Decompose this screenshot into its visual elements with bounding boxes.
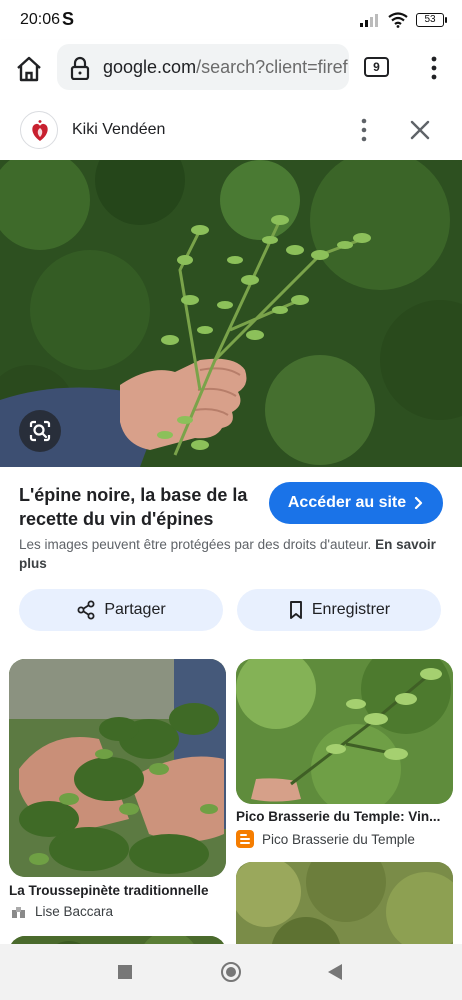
visit-site-label: Accéder au site <box>287 494 407 511</box>
battery-icon: 53 <box>416 13 447 27</box>
source-header: Kiki Vendéen <box>0 100 462 160</box>
related-image[interactable] <box>236 659 453 804</box>
status-time: 20:06 <box>20 11 61 28</box>
related-source[interactable]: Lise Baccara <box>11 904 113 919</box>
copyright-text: Les images peuvent être protégées par de… <box>19 537 372 552</box>
url-path: /search?client=firef <box>196 57 348 77</box>
related-image[interactable] <box>9 659 226 877</box>
related-title[interactable]: La Troussepinète traditionnelle <box>9 883 226 898</box>
back-icon[interactable] <box>328 964 342 980</box>
bookmark-icon <box>289 601 302 619</box>
chevron-right-icon <box>415 496 423 510</box>
status-bar: 20:06 S 53 <box>0 0 462 40</box>
signal-icon <box>360 14 378 27</box>
url-host: google.com <box>103 57 197 77</box>
hand-holding-blackthorn-sprig-photo <box>0 160 462 467</box>
home-nav-icon[interactable] <box>221 962 241 982</box>
lock-icon[interactable] <box>69 56 91 80</box>
system-nav-bar <box>0 944 462 1000</box>
related-source-name: Pico Brasserie du Temple <box>262 831 415 847</box>
more-icon[interactable] <box>355 116 373 144</box>
blackthorn-branch-photo <box>236 659 453 804</box>
share-icon <box>77 600 95 620</box>
result-image[interactable] <box>0 160 462 467</box>
carrier-glyph: S <box>62 9 75 29</box>
url-bar[interactable]: google.com/search?client=firef <box>57 44 349 90</box>
related-source[interactable]: Pico Brasserie du Temple <box>236 830 415 848</box>
blogger-icon <box>236 830 254 848</box>
close-icon[interactable] <box>406 116 434 144</box>
lens-icon <box>29 420 51 442</box>
home-icon[interactable] <box>14 54 44 84</box>
vendee-heart-logo <box>32 120 48 141</box>
site-favicon-icon <box>12 906 25 918</box>
wifi-icon <box>388 12 408 28</box>
status-icons: 53 <box>360 12 447 28</box>
related-source-name: Lise Baccara <box>35 904 114 919</box>
source-name[interactable]: Kiki Vendéen <box>72 121 165 139</box>
hands-with-blackthorn-photo <box>9 659 226 877</box>
share-label: Partager <box>104 601 166 618</box>
save-label: Enregistrer <box>311 601 391 618</box>
browser-toolbar: google.com/search?client=firef 9 <box>0 40 462 100</box>
save-button[interactable]: Enregistrer <box>237 589 441 631</box>
result-title: L'épine noire, la base de la recette du … <box>19 485 248 529</box>
related-title[interactable]: Pico Brasserie du Temple: Vin... <box>236 809 453 824</box>
overflow-menu-icon[interactable] <box>424 54 444 82</box>
url-text[interactable]: google.com/search?client=firef <box>103 57 348 78</box>
tabs-icon[interactable]: 9 <box>364 57 389 77</box>
visit-site-button[interactable]: Accéder au site <box>269 482 443 524</box>
source-avatar[interactable] <box>20 111 58 149</box>
share-button[interactable]: Partager <box>19 589 223 631</box>
copyright-notice: Les images peuvent être protégées par de… <box>19 535 447 573</box>
recents-icon[interactable] <box>118 965 132 979</box>
lens-search-button[interactable] <box>19 410 61 452</box>
